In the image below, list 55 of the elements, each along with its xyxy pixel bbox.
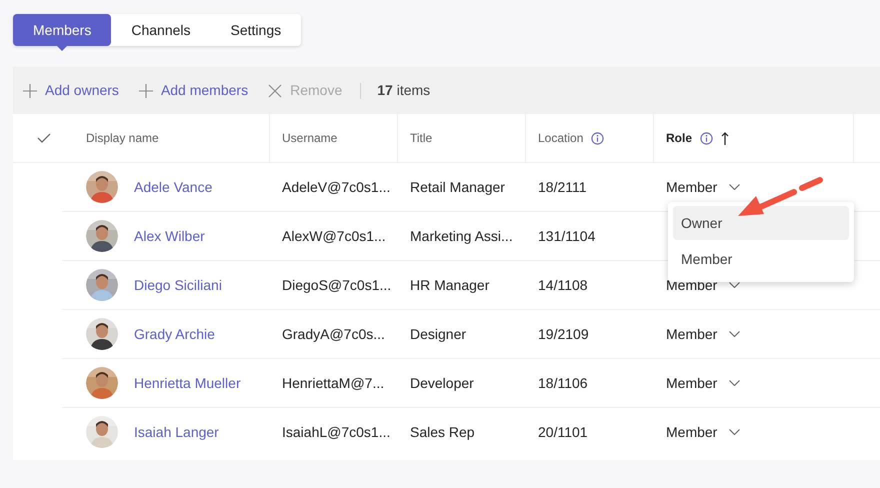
member-name-link[interactable]: Adele Vance (134, 176, 212, 198)
tab[interactable]: Members (13, 14, 112, 46)
job-title: Retail Manager (410, 178, 505, 197)
close-icon (268, 84, 282, 98)
role-dropdown[interactable]: Member (666, 372, 740, 394)
member-name-link[interactable]: Grady Archie (134, 324, 215, 344)
username: AlexW@7c0s1... (282, 226, 386, 246)
location: 18/1106 (538, 374, 588, 392)
plus-icon (23, 84, 37, 98)
plus-icon (138, 84, 153, 98)
column-header[interactable]: Display name (86, 129, 159, 147)
chevron-down-icon (729, 184, 740, 190)
column-header[interactable]: Username (282, 129, 338, 147)
location: 18/2111 (538, 178, 587, 196)
username: GradyA@7c0s... (282, 324, 385, 344)
job-title: Developer (410, 374, 474, 393)
toolbar-button[interactable]: Add owners (21, 80, 121, 101)
tab[interactable]: Settings (210, 14, 302, 46)
member-name-link[interactable]: Alex Wilber (134, 226, 205, 246)
job-title: HR Manager (410, 276, 490, 295)
menu-item[interactable]: Member (673, 242, 849, 276)
chevron-down-icon (729, 380, 740, 386)
username: IsaiahL@7c0s1... (282, 422, 390, 442)
toolbar-button[interactable]: Add members (136, 80, 250, 101)
role-dropdown[interactable]: Member (666, 176, 740, 198)
location: 131/1104 (538, 226, 596, 246)
member-name-link[interactable]: Henrietta Mueller (134, 372, 241, 394)
column-header[interactable]: Role (666, 129, 692, 147)
location: 14/1108 (538, 276, 588, 294)
sort-arrow-icon[interactable] (721, 132, 730, 144)
chevron-down-icon (729, 282, 740, 288)
role-dropdown[interactable]: Member (666, 324, 740, 344)
job-title: Marketing Assi... (410, 226, 513, 246)
chevron-down-icon (729, 429, 740, 435)
username: HenriettaM@7... (282, 374, 384, 392)
location: 19/2109 (538, 324, 589, 344)
info-icon[interactable] (591, 132, 604, 144)
info-icon[interactable] (700, 132, 714, 144)
column-header[interactable]: Location (538, 129, 584, 147)
tab-pointer (57, 46, 68, 51)
checkmark-icon[interactable] (36, 133, 50, 143)
member-name-link[interactable]: Diego Siciliani (134, 274, 222, 296)
username: DiegoS@7c0s1... (282, 276, 392, 295)
column-header[interactable]: Title (410, 129, 432, 147)
chevron-down-icon (729, 331, 740, 337)
item-count: 17 items (377, 81, 430, 100)
job-title: Sales Rep (410, 422, 475, 442)
username: AdeleV@7c0s1... (282, 178, 390, 196)
menu-item[interactable]: Owner (673, 206, 849, 240)
job-title: Designer (410, 324, 466, 344)
role-dropdown[interactable]: Member (666, 422, 740, 442)
role-dropdown[interactable]: Member (666, 274, 740, 296)
tab[interactable]: Channels (111, 14, 211, 46)
location: 20/1101 (538, 422, 588, 442)
member-name-link[interactable]: Isaiah Langer (134, 422, 219, 442)
